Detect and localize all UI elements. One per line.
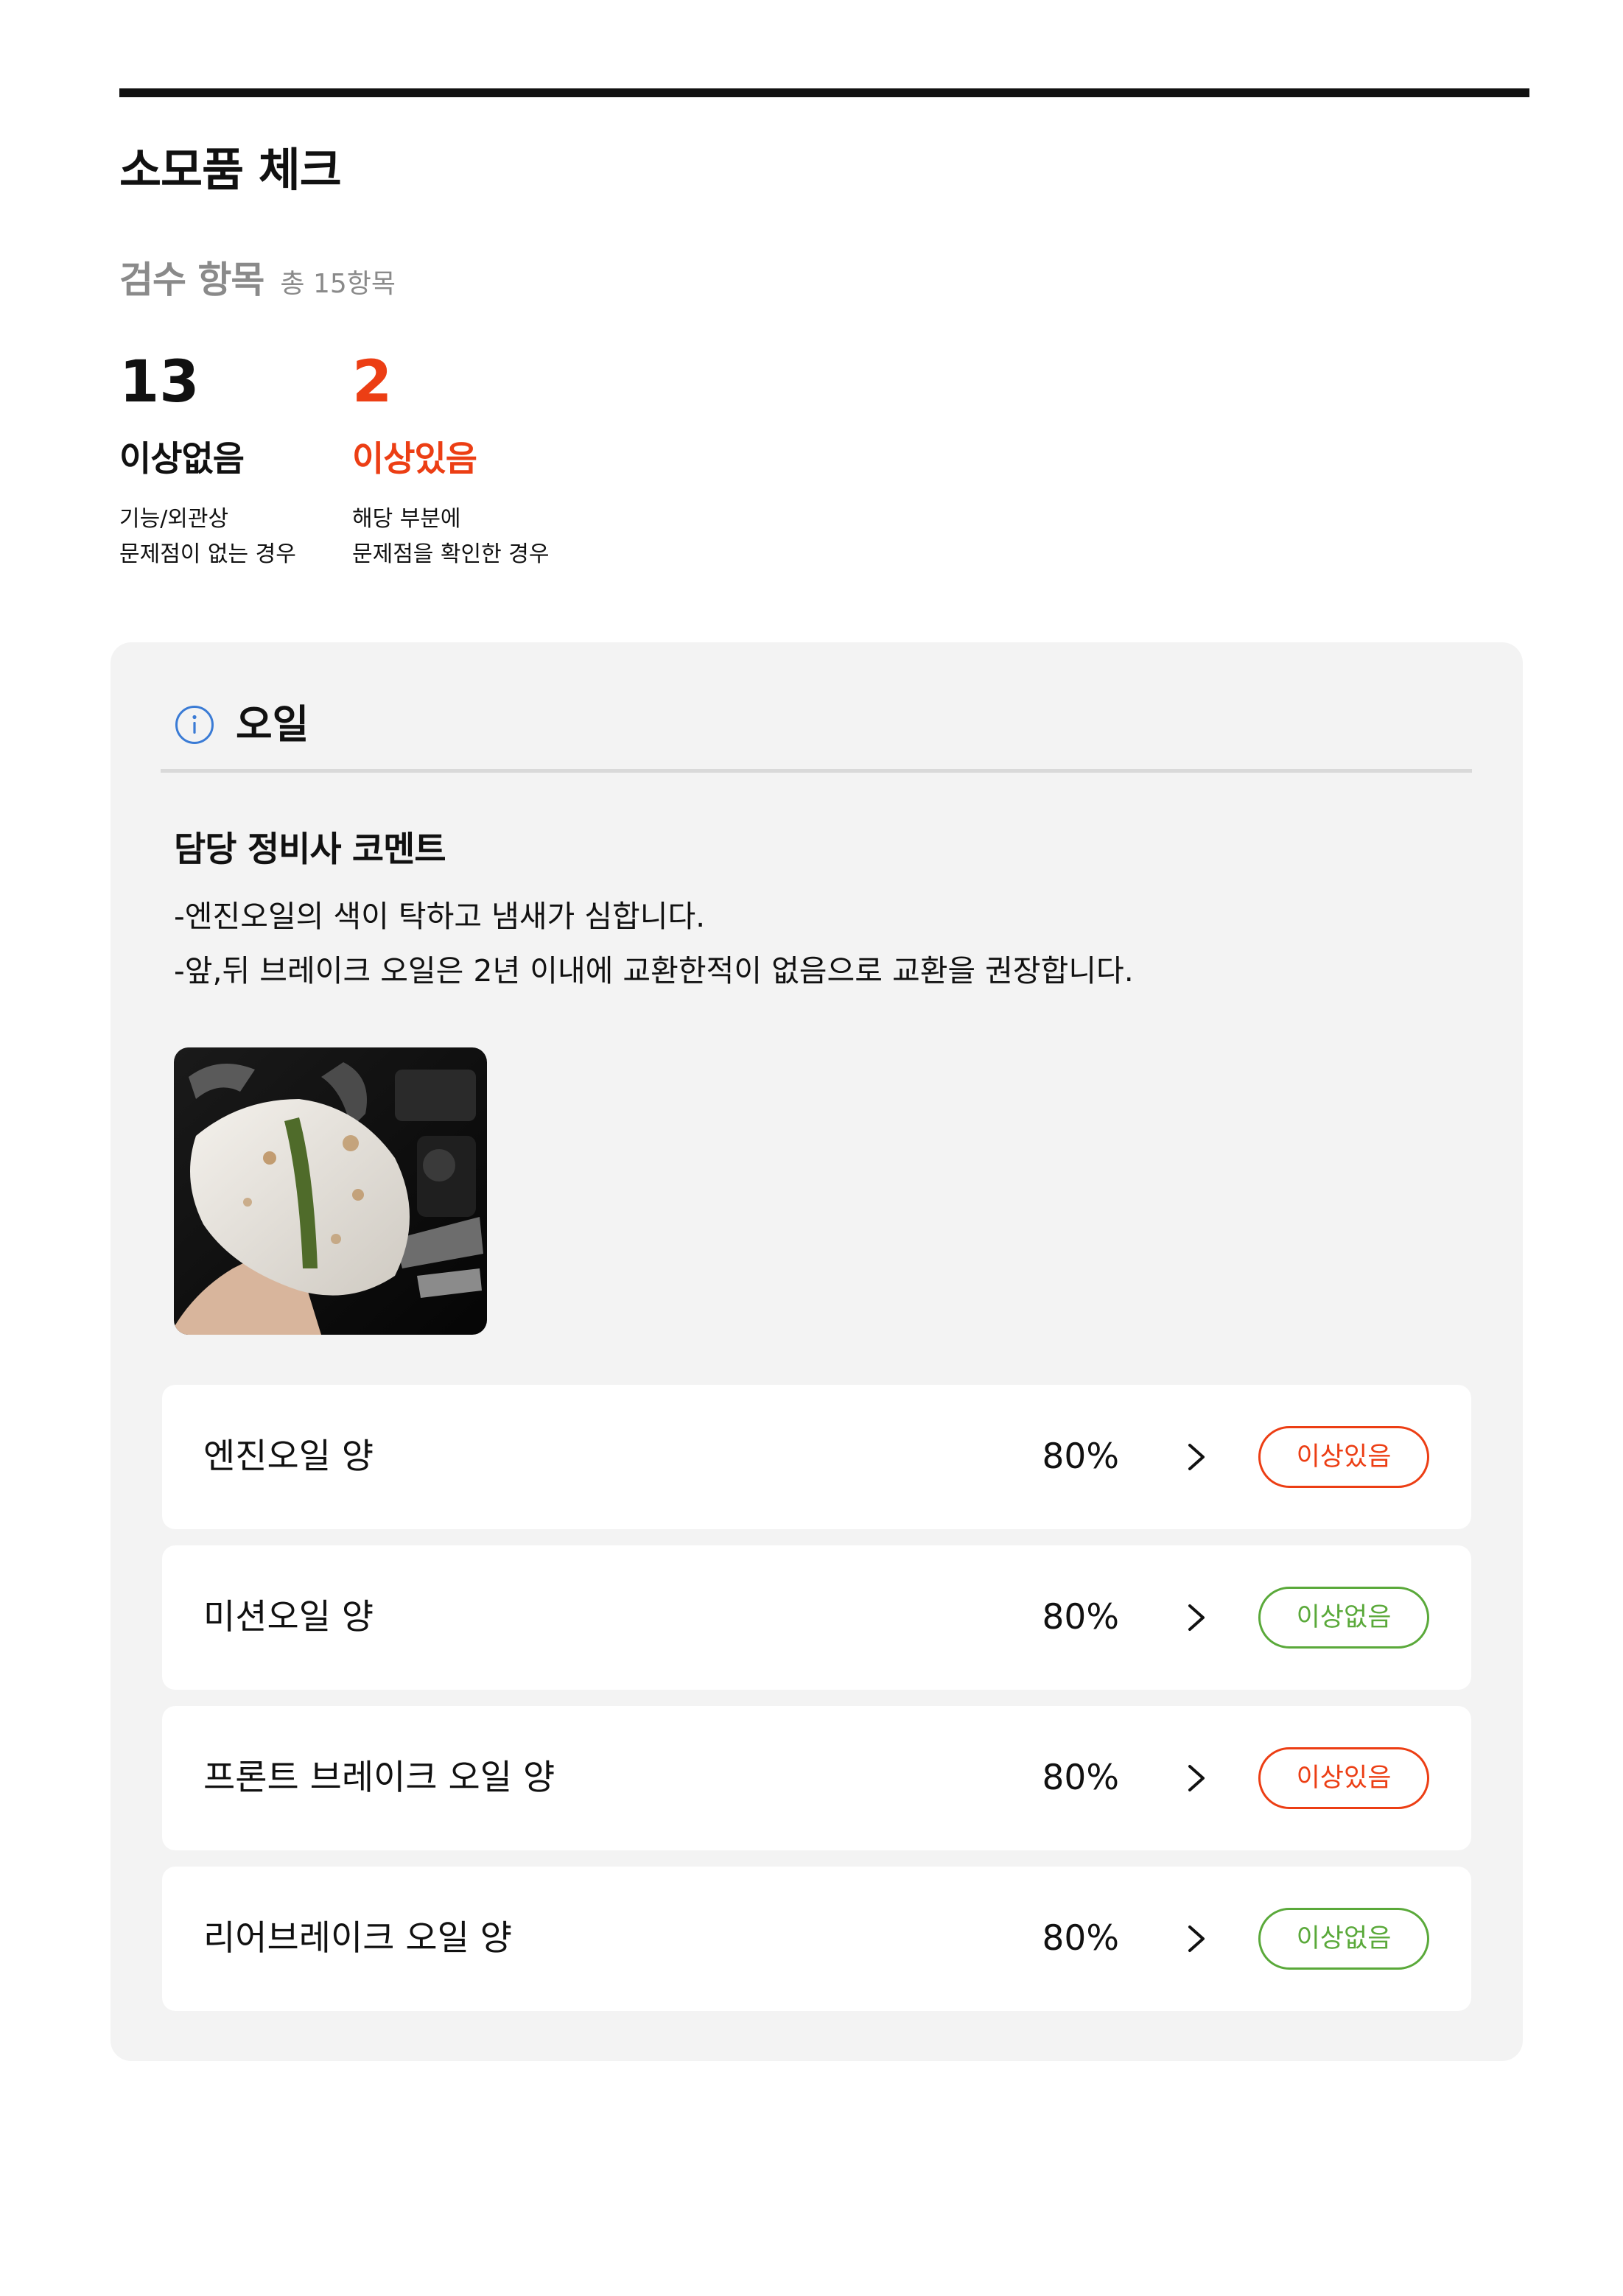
list-item-engine-oil[interactable]: 엔진오일 양 80% 이상있음	[162, 1385, 1471, 1529]
summary-ok-count: 13	[119, 349, 200, 415]
section-divider	[161, 769, 1472, 773]
oil-section-panel: 오일 담당 정비사 코멘트 -엔진오일의 색이 탁하고 냄새가 심합니다. -앞…	[111, 642, 1523, 2061]
item-value: 80%	[1042, 1758, 1119, 1798]
status-badge: 이상있음	[1258, 1426, 1429, 1488]
inspection-total-count: 총 15항목	[280, 269, 396, 299]
page-title: 소모품 체크	[119, 143, 342, 197]
summary-issue-label: 이상있음	[352, 439, 477, 480]
status-badge: 이상있음	[1258, 1747, 1429, 1809]
status-badge: 이상없음	[1258, 1587, 1429, 1649]
section-title: 오일	[236, 701, 309, 748]
list-item-transmission-oil[interactable]: 미션오일 양 80% 이상없음	[162, 1545, 1471, 1690]
item-name: 엔진오일 양	[203, 1436, 374, 1477]
chevron-right-icon[interactable]	[1179, 1760, 1214, 1796]
chevron-right-icon[interactable]	[1179, 1439, 1214, 1475]
summary-issue: 2 이상있음 해당 부분에 문제점을 확인한 경우	[352, 354, 549, 572]
list-item-front-brake-oil[interactable]: 프론트 브레이크 오일 양 80% 이상있음	[162, 1706, 1471, 1850]
mechanic-comment-line: -앞,뒤 브레이크 오일은 2년 이내에 교환한적이 없음으로 교환을 권장합니…	[174, 953, 1134, 989]
summary-ok-label: 이상없음	[119, 439, 245, 480]
chevron-right-icon[interactable]	[1179, 1921, 1214, 1956]
mechanic-comment-title: 담당 정비사 코멘트	[174, 829, 446, 870]
summary-issue-description: 해당 부분에 문제점을 확인한 경우	[352, 506, 550, 567]
inspection-title: 검수 항목	[119, 259, 264, 301]
oil-check-photo[interactable]	[174, 1047, 487, 1335]
list-item-rear-brake-oil[interactable]: 리어브레이크 오일 양 80% 이상없음	[162, 1867, 1471, 2011]
item-name: 미션오일 양	[203, 1597, 374, 1637]
item-name: 리어브레이크 오일 양	[203, 1918, 513, 1959]
item-value: 80%	[1042, 1436, 1119, 1477]
status-badge: 이상없음	[1258, 1908, 1429, 1970]
summary-issue-count: 2	[352, 349, 393, 415]
item-value: 80%	[1042, 1918, 1119, 1959]
mechanic-comment-line: -엔진오일의 색이 탁하고 냄새가 심합니다.	[174, 899, 706, 934]
summary-ok-description: 기능/외관상 문제점이 없는 경우	[119, 506, 296, 567]
summary-ok: 13 이상없음 기능/외관상 문제점이 없는 경우	[119, 354, 296, 572]
chevron-right-icon[interactable]	[1179, 1600, 1214, 1635]
info-icon[interactable]	[174, 704, 215, 745]
item-value: 80%	[1042, 1597, 1119, 1637]
inspection-header: 검수 항목 총 15항목	[119, 250, 396, 303]
top-divider	[119, 88, 1529, 97]
item-name: 프론트 브레이크 오일 양	[203, 1758, 555, 1798]
section-header: 오일	[174, 704, 309, 745]
